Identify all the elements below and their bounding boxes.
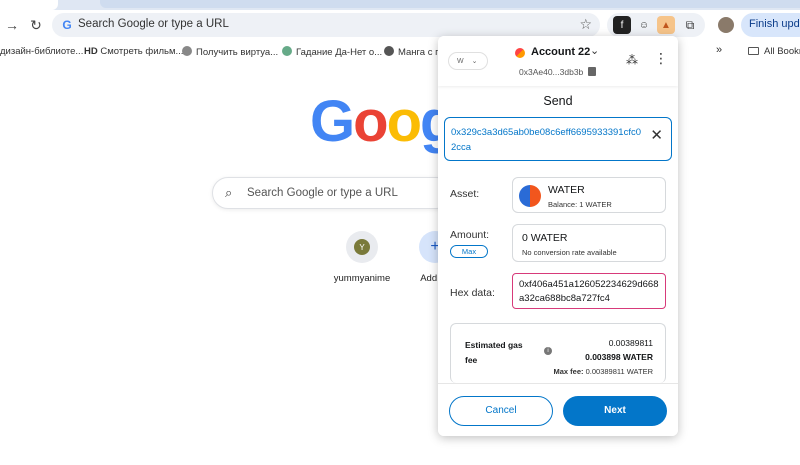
gas-fee-label: Estimated gas fee: [465, 340, 523, 365]
extension-fx-icon[interactable]: f: [613, 16, 631, 34]
max-fee-label: Max fee:: [553, 367, 584, 376]
hd-badge: HD: [84, 46, 98, 57]
extension-robot-icon[interactable]: ☺: [635, 16, 653, 34]
google-search-box[interactable]: ⌕ Search Google or type a URL: [212, 177, 452, 209]
bookmark-favicon: [384, 46, 394, 56]
bookmark-label: Получить виртуа...: [196, 47, 279, 58]
bookmark-label: Смотреть фильм...: [100, 46, 184, 57]
bookmarks-overflow-button[interactable]: »: [716, 44, 722, 56]
account-name[interactable]: Account 22: [531, 46, 590, 58]
bookmark-star-icon[interactable]: ☆: [579, 16, 592, 33]
search-icon: ⌕: [225, 185, 233, 200]
google-search-placeholder[interactable]: Search Google or type a URL: [247, 187, 398, 199]
bookmark-item[interactable]: дизайн-библиоте...: [0, 46, 83, 57]
profile-avatar[interactable]: [718, 17, 734, 33]
shortcut-yummyanime[interactable]: Y yummyanime: [327, 231, 397, 284]
close-icon[interactable]: ✕: [650, 128, 663, 143]
network-initial: W: [457, 58, 464, 65]
tab-strip-background: [100, 0, 800, 8]
max-button[interactable]: Max: [450, 245, 488, 258]
gas-fee-secondary: 0.003898 WATER: [585, 352, 653, 362]
logo-letter: o: [353, 89, 388, 154]
bookmark-label: дизайн-библиоте...: [0, 46, 84, 57]
metamask-popup: W ⌄ Account 22 ⌄ 0x3Ae40...3db3b ⁂ ⋮ Sen…: [438, 36, 678, 436]
reload-button[interactable]: ↻: [26, 15, 46, 35]
hex-data-input[interactable]: 0xf406a451a126052234629d668a32ca688bc8a7…: [512, 273, 666, 309]
omnibox-text[interactable]: Search Google or type a URL: [78, 18, 229, 30]
bookmark-item[interactable]: Манга с го: [384, 46, 444, 58]
folder-icon: [748, 47, 759, 55]
asset-balance: Balance: 1 WATER: [548, 200, 612, 209]
more-menu-icon[interactable]: ⋮: [654, 50, 668, 67]
popup-footer: Cancel Next: [438, 383, 678, 436]
asset-selector[interactable]: WATER Balance: 1 WATER: [512, 177, 666, 213]
all-bookmarks-button[interactable]: All Bookm: [748, 46, 800, 57]
omnibox[interactable]: G Search Google or type a URL ☆: [52, 13, 600, 37]
extensions-puzzle-icon[interactable]: ⧉: [681, 16, 699, 34]
account-chevron-icon[interactable]: ⌄: [590, 44, 599, 57]
bookmark-item[interactable]: HD Смотреть фильм...: [84, 46, 183, 57]
next-button[interactable]: Next: [563, 396, 667, 426]
max-fee-text: Max fee: 0.00389811 WATER: [553, 367, 653, 376]
conversion-rate-text: No conversion rate available: [522, 248, 617, 257]
bookmarks-bar: дизайн-библиоте... HD Смотреть фильм... …: [0, 42, 800, 62]
shortcut-initial: Y: [354, 239, 370, 255]
bookmark-item[interactable]: Гадание Да-Нет о...: [282, 46, 382, 58]
finish-update-button[interactable]: Finish update: [741, 13, 800, 37]
amount-value[interactable]: 0 WATER: [522, 232, 568, 244]
google-logo: Goog: [310, 88, 455, 155]
network-selector[interactable]: W ⌄: [448, 52, 488, 70]
bookmark-label: Манга с го: [398, 47, 444, 58]
asset-name: WATER: [548, 184, 585, 196]
cancel-button[interactable]: Cancel: [449, 396, 553, 426]
shortcut-label: yummyanime: [333, 273, 391, 284]
recipient-address: 0x329c3a3d65ab0be08c6eff6695933391cfc02c…: [451, 127, 641, 153]
logo-letter: G: [310, 89, 355, 154]
amount-input[interactable]: 0 WATER No conversion rate available: [512, 224, 666, 262]
bookmark-favicon: [282, 46, 292, 56]
chevron-down-icon: ⌄: [471, 58, 478, 65]
bookmark-favicon: [182, 46, 192, 56]
water-token-icon: [519, 185, 541, 207]
account-address[interactable]: 0x3Ae40...3db3b: [519, 67, 583, 77]
tab-strip: [0, 0, 800, 10]
google-g-icon: G: [62, 18, 72, 32]
browser-toolbar: → ↻ G Search Google or type a URL ☆ f ☺ …: [0, 10, 800, 40]
shortcut-circle: Y: [346, 231, 378, 263]
hex-data-label: Hex data:: [450, 287, 495, 299]
asset-label: Asset:: [450, 188, 480, 200]
all-bookmarks-label: All Bookm: [764, 46, 800, 57]
connections-icon[interactable]: ⁂: [626, 53, 638, 67]
info-icon[interactable]: i: [544, 347, 552, 355]
send-title: Send: [543, 94, 573, 108]
extensions-group: f ☺ ▲ ⧉: [607, 13, 705, 37]
max-fee-value: 0.00389811 WATER: [585, 367, 653, 376]
metamask-header: W ⌄ Account 22 ⌄ 0x3Ae40...3db3b ⁂ ⋮: [438, 36, 678, 86]
bookmark-item[interactable]: Получить виртуа...: [182, 46, 278, 58]
recipient-address-field[interactable]: 0x329c3a3d65ab0be08c6eff6695933391cfc02c…: [444, 117, 672, 161]
amount-label: Amount:: [450, 229, 490, 241]
copy-icon[interactable]: [588, 67, 596, 76]
forward-button[interactable]: →: [2, 15, 22, 35]
gas-fee-panel: Estimated gas fee i 0.00389811 0.003898 …: [450, 323, 666, 383]
logo-letter: o: [386, 89, 422, 154]
account-avatar: [515, 48, 525, 58]
metamask-fox-icon[interactable]: ▲: [657, 16, 675, 34]
bookmark-label: Гадание Да-Нет о...: [296, 47, 383, 58]
active-tab[interactable]: [0, 0, 58, 10]
gas-fee-primary: 0.00389811: [608, 338, 653, 348]
